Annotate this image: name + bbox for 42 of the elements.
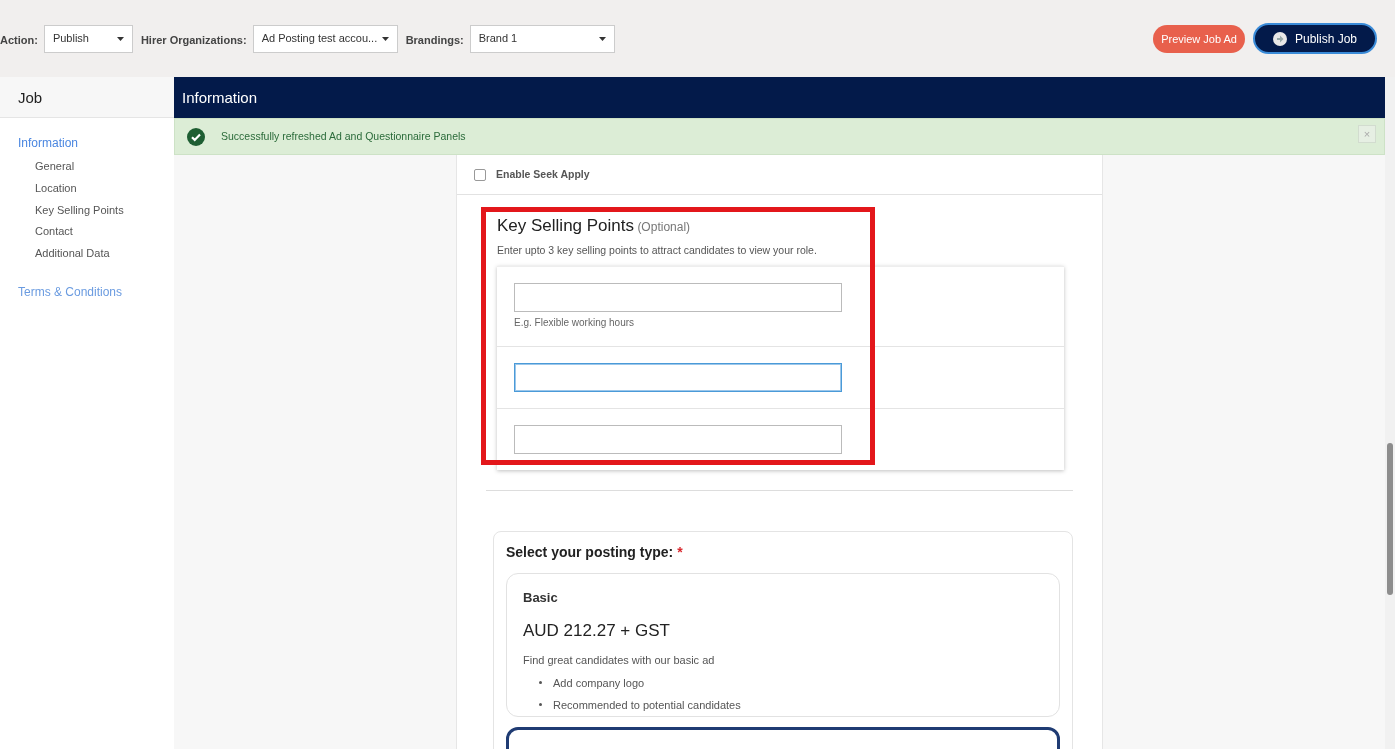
field-hint: E.g. Flexible working hours (514, 316, 636, 331)
dropdown[interactable]: Ad Posting test accou... (252, 24, 398, 53)
field-label: Action: (0, 33, 38, 48)
option-name: Basic (523, 589, 559, 608)
section-header: Information (174, 77, 1385, 118)
sidebar-link[interactable]: Information (0, 134, 174, 152)
sidebar-item[interactable]: Contact (0, 224, 174, 240)
option-description: Find great candidates with our basic ad (523, 653, 716, 669)
sidebar-item[interactable]: General (0, 159, 174, 174)
dropdown[interactable]: Publish (43, 24, 133, 53)
caret-icon (598, 36, 606, 41)
scrollbar[interactable] (1385, 77, 1395, 749)
sidebar-title: Job (0, 77, 174, 118)
check-circle-icon (187, 127, 205, 146)
section-description: Enter upto 3 key selling points to attract candidates to view your role. (497, 242, 818, 258)
field-label: Hirer Organizations: (140, 33, 247, 48)
caret-icon (381, 36, 389, 41)
caret-icon (116, 36, 124, 41)
sidebar-item[interactable]: Additional Data (0, 246, 174, 261)
posting-option-card[interactable]: Basic AUD 212.27 + GST Find great candidates with our basic ad Add company logo Recommended to potential candidates (506, 573, 1060, 718)
section-title: Key Selling Points (497, 216, 635, 235)
dropdown[interactable]: Brand 1 (469, 24, 615, 53)
input-field[interactable] (514, 363, 842, 393)
option-price: AUD 212.27 + GST (523, 619, 671, 642)
input-field[interactable] (514, 283, 842, 313)
checkbox[interactable] (474, 168, 486, 181)
publish-button[interactable]: Publish Job (1252, 23, 1377, 54)
feature-item: Add company logo (523, 674, 1043, 692)
bullet-icon (539, 703, 542, 707)
alert-message: Successfully refreshed Ad and Questionnaire Panels (221, 128, 466, 144)
posting-type-title: Select your posting type: (506, 544, 674, 561)
field-label: Brandings: (405, 33, 464, 48)
sidebar-item[interactable]: Location (0, 180, 174, 196)
bullet-icon (539, 680, 542, 684)
scrollbar-thumb[interactable] (1387, 443, 1393, 595)
optional-label: (Optional) (637, 220, 691, 234)
arrow-circle-icon (1272, 31, 1287, 46)
checkbox-label: Enable Seek Apply (496, 166, 590, 182)
required-mark: * (677, 544, 683, 561)
input-field[interactable] (514, 425, 842, 455)
feature-item: Recommended to potential candidates (523, 697, 1043, 714)
sidebar-item[interactable]: Key Selling Points (0, 202, 174, 218)
